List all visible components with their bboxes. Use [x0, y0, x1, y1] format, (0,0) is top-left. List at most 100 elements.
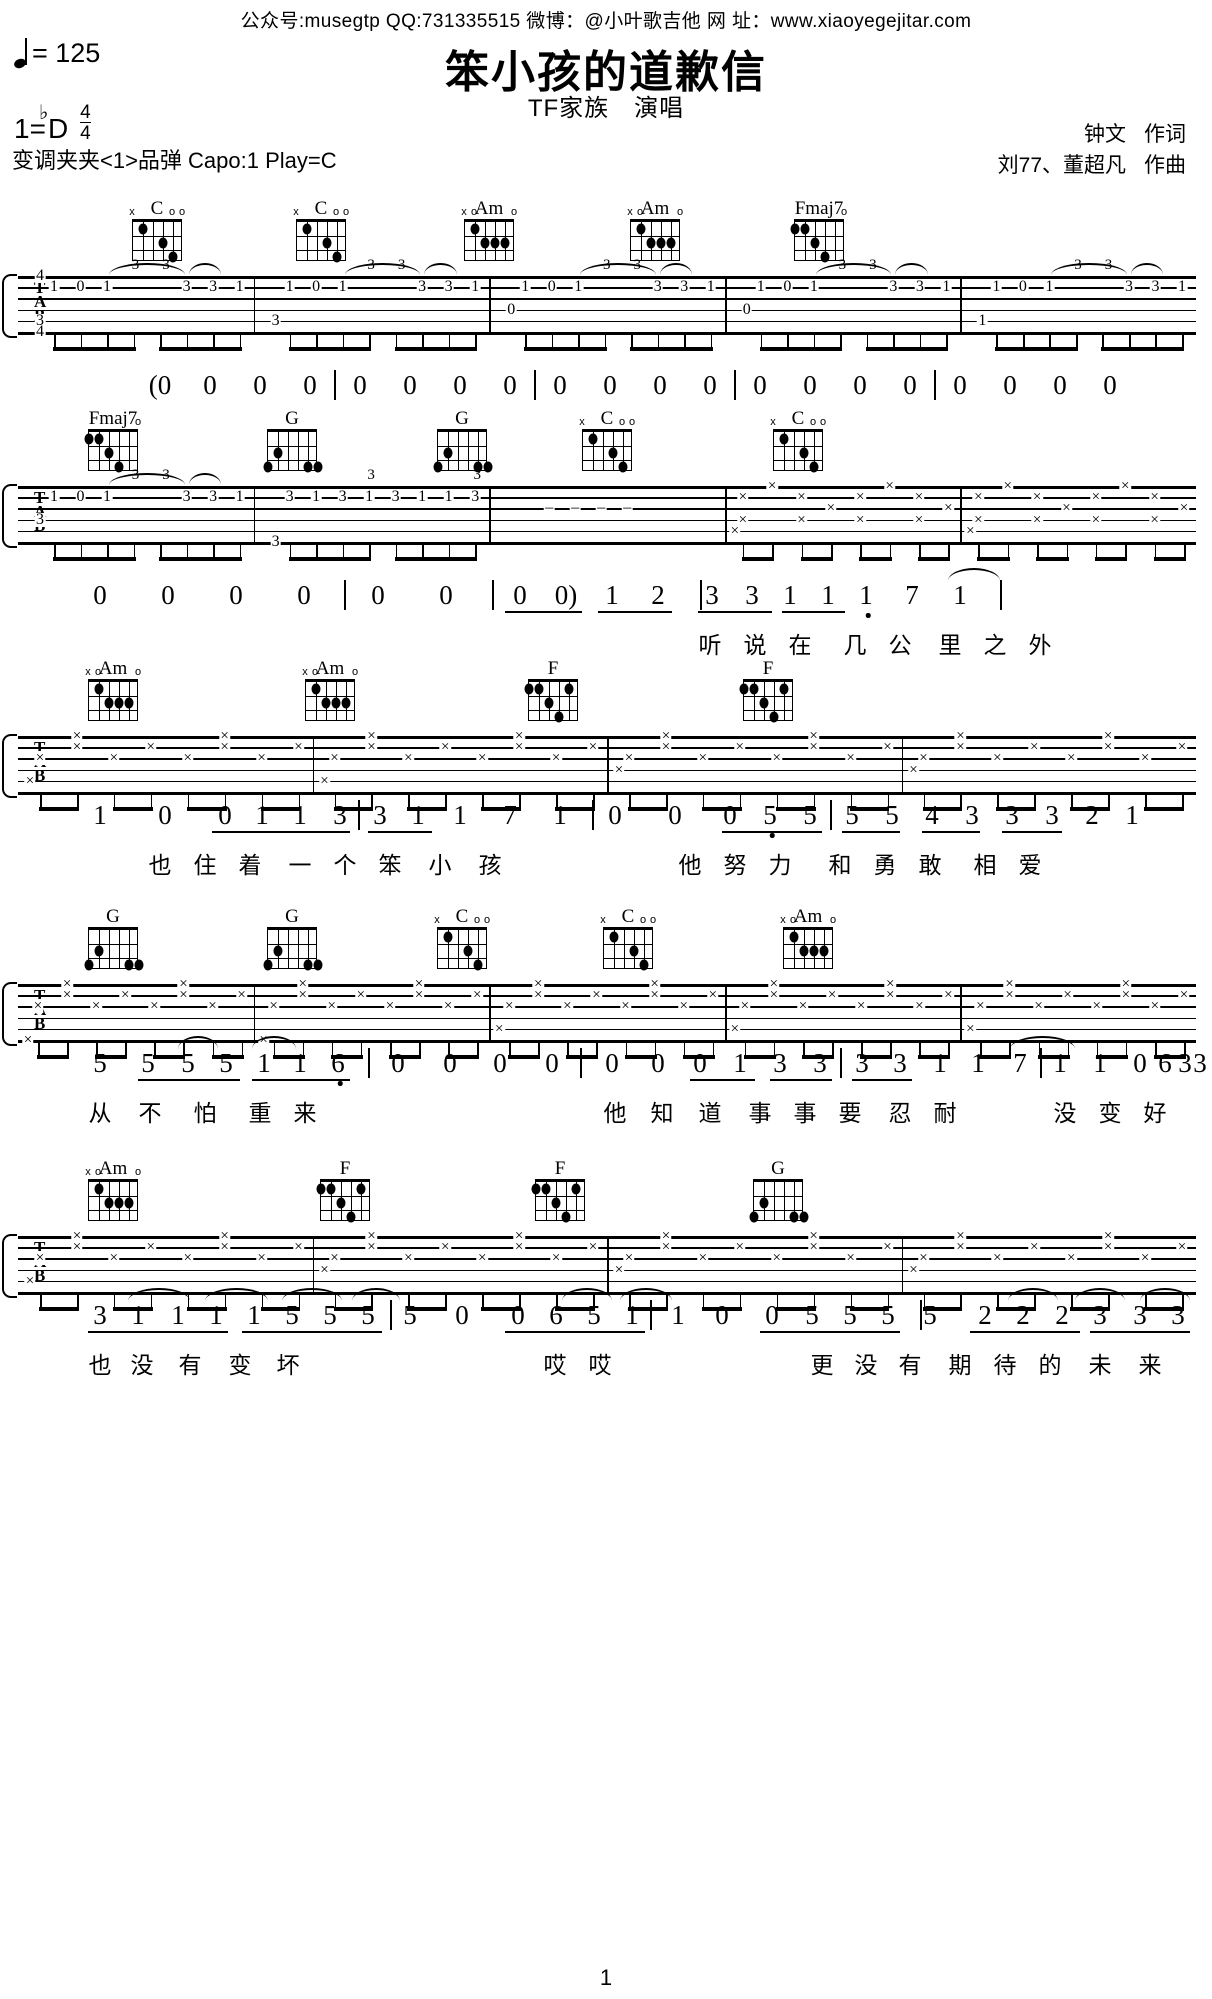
sheet-music-page: 公众号:musegtp QQ:731335515 微博：@小叶歌吉他 网 址：w…	[0, 0, 1212, 1999]
tab-fret-number: 0	[1017, 278, 1029, 296]
tab-mute-x: ×	[844, 1250, 857, 1267]
staff-line	[18, 508, 1196, 510]
muted-string-icon: x	[434, 914, 440, 926]
jianpu-note: 0	[1053, 370, 1067, 400]
barline	[312, 1236, 315, 1292]
lyric-word: 也	[88, 1352, 112, 1378]
finger-dot	[443, 447, 453, 459]
finger-dot	[443, 931, 453, 943]
tab-fret-number: 1	[310, 488, 322, 506]
open-string-icon: o	[94, 1166, 102, 1178]
lyric-word: 道	[698, 1100, 722, 1126]
tab-mute-x: ×	[561, 998, 574, 1015]
jianpu-note: 0	[553, 370, 567, 400]
finger-dot	[104, 447, 114, 459]
tuplet-number: 3	[869, 257, 877, 273]
jianpu-note: 0	[391, 1048, 405, 1078]
jianpu-underline	[212, 831, 350, 833]
finger-dot	[609, 931, 619, 943]
tuplet-number: 3	[162, 467, 170, 483]
tab-mute-x: ×	[623, 1250, 635, 1267]
lyric-word: 勇	[873, 852, 897, 878]
tab-fret-number: 0	[505, 300, 517, 318]
lyricist-name: 钟文	[1084, 123, 1126, 146]
lyric-word: 来	[1138, 1352, 1162, 1378]
rhythm-stems	[0, 542, 1212, 568]
tab-mute-x: ×	[24, 1272, 36, 1289]
finger-dot	[809, 945, 819, 957]
system-brace	[2, 982, 17, 1046]
lyric-word: 有	[178, 1352, 202, 1378]
jianpu-underline	[252, 1079, 350, 1081]
tab-fret-number: 1	[519, 278, 531, 296]
open-string-icon: o	[676, 206, 684, 218]
jianpu-note: 1	[411, 800, 425, 830]
jianpu-barline	[368, 1048, 370, 1078]
tab-fret-number: 3	[181, 488, 192, 506]
muted-string-icon: x	[129, 206, 135, 218]
tab-mute-x: ×	[1061, 987, 1074, 1004]
open-muted-markers: x oo	[129, 206, 186, 219]
jianpu-note: 0	[608, 800, 622, 830]
jianpu-note: 3	[965, 800, 979, 830]
chord-diagram: G	[261, 907, 323, 971]
flat-icon: ♭	[38, 102, 49, 124]
open-muted-markers	[88, 915, 138, 927]
jianpu-note: 3	[1045, 800, 1059, 830]
slur-mark	[188, 263, 222, 275]
chord-diagram: G	[82, 907, 144, 971]
jianpu-note: 7	[1013, 1048, 1027, 1078]
open-string-icon: o	[134, 416, 142, 428]
tab-mute-x: ×	[907, 761, 920, 778]
finger-dot	[104, 1197, 114, 1209]
tab-fret-number: –	[621, 499, 633, 517]
chord-diagram: G	[261, 409, 323, 473]
tab-mute-x: ×	[476, 750, 488, 767]
tab-mute-x: ×	[907, 1261, 920, 1278]
jianpu-barline	[1040, 1048, 1042, 1078]
lyric-word: 着	[238, 852, 262, 878]
lyric-row: 从不怕重来他知道事事要忍耐没变好	[0, 1100, 1212, 1140]
lyric-word: 敢	[918, 852, 942, 878]
slur-mark	[1051, 263, 1127, 275]
chord-diagram: Fmaj7 o	[82, 409, 144, 473]
tab-fret-number: 3	[270, 311, 281, 329]
tab-fret-number: 0	[310, 278, 322, 296]
tab-mute-x: ×	[739, 998, 751, 1015]
tab-mute-x: ×	[292, 1239, 305, 1256]
slur-mark	[188, 473, 222, 485]
open-string-icon: o	[649, 914, 657, 926]
tab-mute-x: ×	[1060, 500, 1073, 517]
jianpu-slur	[948, 568, 1000, 581]
jianpu-note: 0	[703, 370, 717, 400]
tab-mute-x: ×	[942, 500, 955, 517]
tuplet-number: 3	[367, 467, 375, 483]
open-string-icon: o	[178, 206, 186, 218]
open-string-icon: o	[94, 666, 102, 678]
open-string-icon: o	[840, 206, 848, 218]
tab-mute-x: ×	[964, 1020, 977, 1037]
open-muted-markers	[528, 667, 578, 679]
tab-mute-x: ×	[439, 1239, 452, 1256]
finger-dot	[104, 697, 114, 709]
slur-mark	[1130, 263, 1164, 275]
open-string-icon: o	[342, 206, 350, 218]
jianpu-note: 0	[229, 580, 243, 610]
tab-fret-number: –	[595, 499, 607, 517]
barline	[607, 1236, 609, 1292]
finger-dot	[646, 237, 656, 249]
finger-dot	[273, 447, 283, 459]
lyric-word: 和	[828, 852, 852, 878]
open-muted-markers: x oo	[579, 417, 635, 429]
tab-fret-number: 1	[416, 488, 428, 506]
tab-mute-x: ×	[737, 489, 749, 506]
tab-mute-x: ×	[32, 998, 44, 1015]
open-muted-markers: x oo	[600, 914, 657, 927]
tab-mute-x: ×	[881, 739, 894, 756]
lyric-word: 事	[793, 1100, 817, 1126]
lyric-word: 变	[228, 1352, 252, 1378]
finger-dot	[739, 683, 749, 695]
jianpu-note: 2	[1016, 1300, 1030, 1330]
finger-dot	[158, 237, 168, 249]
open-muted-markers	[267, 417, 317, 429]
